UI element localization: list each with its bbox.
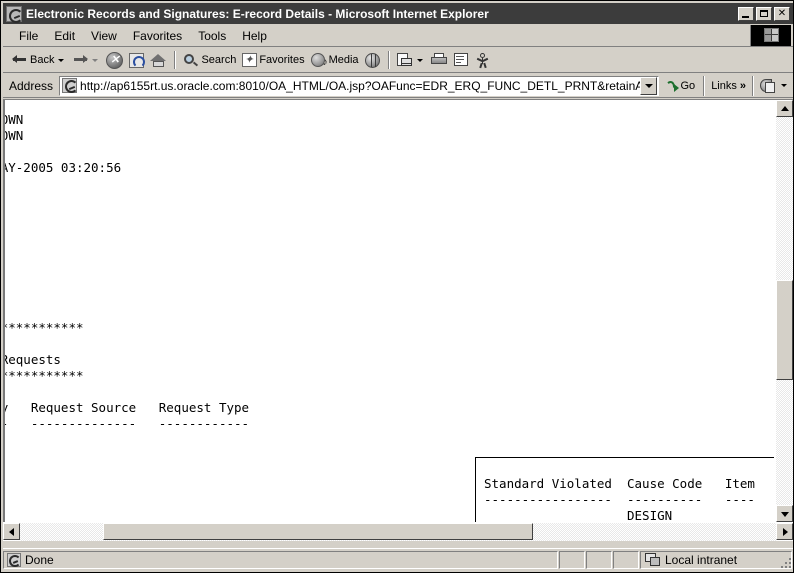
links-label: Links [711, 79, 737, 92]
mail-icon [396, 53, 413, 67]
status-cell-3 [613, 550, 639, 569]
address-bar: Address http://ap6155rt.us.oracle.com:80… [3, 74, 793, 98]
scroll-left-button[interactable] [3, 523, 20, 540]
adobe-pdf-button[interactable] [756, 78, 793, 94]
document-viewport: UNKNOWN t Cause: UNKNOWN us: OPEN 23-MAY… [3, 100, 774, 522]
back-arrow-icon [12, 53, 28, 67]
internet-explorer-window: Electronic Records and Signatures: E-rec… [0, 0, 794, 573]
menu-bar: File Edit View Favorites Tools Help [3, 25, 793, 47]
links-button[interactable]: Links » [707, 80, 750, 92]
menu-help[interactable]: Help [234, 27, 275, 45]
print-button[interactable] [428, 49, 451, 71]
horizontal-scrollbar[interactable] [3, 523, 793, 541]
toolbar-separator-2 [387, 51, 390, 69]
vertical-scrollbar[interactable] [776, 100, 793, 522]
stop-icon: ✕ [106, 51, 124, 69]
go-button[interactable]: Go [659, 79, 702, 92]
menu-tools[interactable]: Tools [190, 27, 234, 45]
media-button-label: Media [328, 54, 359, 66]
address-label: Address [9, 78, 54, 93]
mail-dropdown-arrow-icon[interactable] [416, 58, 423, 62]
horizontal-scroll-thumb[interactable] [103, 523, 533, 540]
standard-violated-table-text: Standard Violated Cause Code Item ------… [484, 475, 755, 523]
security-zone-cell[interactable]: Local intranet [640, 550, 792, 569]
status-cell-1 [559, 550, 585, 569]
favorites-button[interactable]: ✦ Favorites [239, 49, 307, 71]
home-icon [150, 53, 167, 68]
favorites-button-label: Favorites [259, 54, 305, 66]
address-separator [703, 75, 706, 96]
media-button[interactable]: ♪ Media [308, 49, 362, 71]
menu-view[interactable]: View [83, 27, 125, 45]
toolbar-separator [174, 51, 177, 69]
scroll-down-button[interactable] [776, 505, 793, 522]
refresh-button[interactable] [126, 49, 147, 71]
messenger-person-icon [476, 52, 490, 68]
security-zone-label: Local intranet [665, 552, 738, 567]
adobe-dropdown-arrow-icon[interactable] [781, 84, 787, 87]
favorites-star-icon: ✦ [242, 53, 258, 67]
adobe-pdf-icon [760, 78, 776, 94]
scroll-up-button[interactable] [776, 100, 793, 117]
mail-button[interactable] [394, 49, 428, 71]
back-dropdown-arrow-icon[interactable] [58, 58, 65, 62]
search-button[interactable]: Search [180, 49, 239, 71]
menu-edit[interactable]: Edit [46, 27, 83, 45]
vertical-scroll-thumb[interactable] [776, 280, 793, 380]
refresh-icon [129, 52, 146, 68]
forward-dropdown-arrow-icon[interactable] [92, 58, 99, 62]
address-input[interactable]: http://ap6155rt.us.oracle.com:8010/OA_HT… [80, 79, 639, 93]
minimize-button[interactable] [738, 6, 754, 21]
resize-grip[interactable] [777, 554, 791, 568]
ie-document-icon[interactable] [6, 5, 23, 23]
maximize-button[interactable] [756, 6, 772, 21]
status-message: Done [25, 552, 54, 567]
window-controls: ✕ [738, 6, 790, 21]
home-button[interactable] [147, 49, 170, 71]
search-button-label: Search [201, 54, 237, 66]
back-button[interactable]: Back [9, 49, 69, 71]
ie-page-icon [7, 552, 21, 567]
history-globe-icon [364, 52, 381, 68]
local-intranet-icon [645, 552, 660, 567]
messenger-button[interactable] [473, 49, 493, 71]
ie-animation-logo-icon [750, 25, 791, 46]
status-message-cell: Done [3, 550, 558, 569]
address-dropdown-button[interactable] [639, 76, 657, 95]
media-icon: ♪ [310, 52, 328, 68]
address-input-wrapper[interactable]: http://ap6155rt.us.oracle.com:8010/OA_HT… [59, 75, 659, 96]
forward-arrow-icon [72, 53, 89, 67]
print-icon [430, 53, 448, 67]
menu-items: File Edit View Favorites Tools Help [3, 27, 275, 45]
history-button[interactable] [362, 49, 384, 71]
status-bar: Done Local intranet [3, 548, 793, 570]
window-title: Electronic Records and Signatures: E-rec… [26, 6, 489, 21]
menu-file[interactable]: File [11, 27, 46, 45]
back-button-label: Back [30, 54, 55, 66]
edit-page-icon [453, 53, 470, 67]
stop-button[interactable]: ✕ [103, 49, 126, 71]
close-button[interactable]: ✕ [774, 6, 790, 21]
address-separator-2 [752, 75, 754, 96]
status-cell-2 [586, 550, 612, 569]
title-bar[interactable]: Electronic Records and Signatures: E-rec… [3, 3, 793, 24]
go-arrow-icon [665, 79, 679, 92]
erecord-report-text: UNKNOWN t Cause: UNKNOWN us: OPEN 23-MAY… [3, 111, 250, 431]
ie-page-icon [62, 78, 79, 93]
standard-violated-popup: Standard Violated Cause Code Item ------… [475, 457, 774, 522]
chevron-right-icon[interactable]: » [740, 80, 746, 92]
browser-content-frame: UNKNOWN t Cause: UNKNOWN us: OPEN 23-MAY… [3, 99, 793, 541]
standard-toolbar: Back ✕ Search ✦ Favorites ♪ Media [3, 48, 793, 73]
menu-favorites[interactable]: Favorites [125, 27, 190, 45]
scroll-right-button[interactable] [776, 523, 793, 540]
go-button-label: Go [680, 79, 696, 92]
edit-button[interactable] [451, 49, 473, 71]
forward-button[interactable] [69, 49, 103, 71]
search-icon [183, 53, 199, 68]
